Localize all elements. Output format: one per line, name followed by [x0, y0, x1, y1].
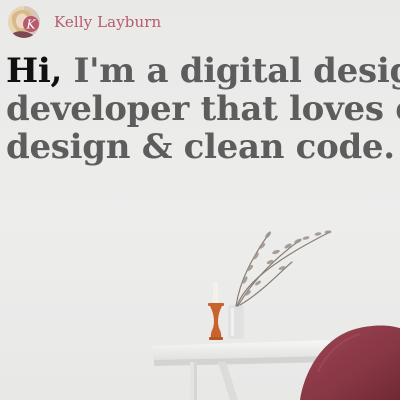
avatar-letter: K [26, 18, 37, 32]
hero-heading: Hi, I'm a digital design developer that … [6, 52, 400, 166]
desk [152, 340, 332, 400]
candlestick [208, 282, 224, 340]
hero-line-2: developer that loves el [6, 89, 400, 129]
hero-line-1-text: I'm a digital design [61, 51, 400, 91]
page: K Kelly Layburn Hi, I'm a digital design… [0, 0, 400, 400]
vase-with-branches [228, 230, 332, 339]
site-header: K Kelly Layburn [8, 6, 161, 38]
hero-line-3: design & clean code. [6, 127, 395, 167]
avatar[interactable]: K [8, 6, 40, 38]
hero-greeting: Hi, [6, 51, 62, 91]
chair [300, 325, 400, 400]
brand-name-link[interactable]: Kelly Layburn [54, 13, 161, 31]
kl-monogram-avatar-icon: K [8, 6, 40, 38]
hero-line-1: Hi, I'm a digital design [6, 52, 400, 90]
